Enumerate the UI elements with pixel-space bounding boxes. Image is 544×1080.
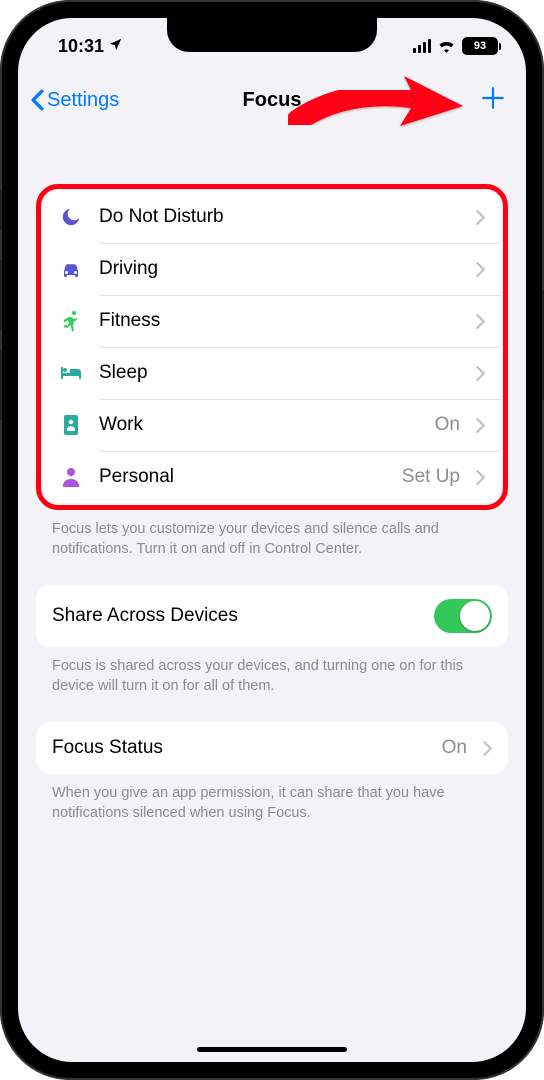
chevron-right-icon <box>483 741 492 756</box>
focus-row-fitness[interactable]: Fitness <box>43 295 501 347</box>
chevron-right-icon <box>476 470 485 485</box>
chevron-right-icon <box>476 314 485 329</box>
chevron-right-icon <box>476 366 485 381</box>
focus-status-row[interactable]: Focus Status On <box>36 722 508 774</box>
row-value: On <box>442 737 467 759</box>
focus-row-sleep[interactable]: Sleep <box>43 347 501 399</box>
screen: 10:31 93 Settings Focus <box>18 18 526 1062</box>
wifi-icon <box>437 39 456 53</box>
notch <box>167 18 377 52</box>
focus-status-card: Focus Status On <box>36 722 508 774</box>
share-toggle[interactable] <box>434 599 492 633</box>
focus-row-work[interactable]: Work On <box>43 399 501 451</box>
back-button[interactable]: Settings <box>30 89 119 112</box>
share-card: Share Across Devices <box>36 585 508 647</box>
badge-icon <box>59 414 83 436</box>
share-row[interactable]: Share Across Devices <box>36 585 508 647</box>
cell-signal-icon <box>413 39 431 53</box>
nav-bar: Settings Focus <box>18 74 526 126</box>
focus-modes-card: Do Not Disturb Driving <box>43 191 501 503</box>
focus-status-footer: When you give an app permission, it can … <box>36 774 508 823</box>
focus-row-driving[interactable]: Driving <box>43 243 501 295</box>
phone-frame: 10:31 93 Settings Focus <box>0 0 544 1080</box>
car-icon <box>59 259 83 279</box>
location-icon <box>108 36 123 57</box>
runner-icon <box>59 310 83 332</box>
moon-icon <box>59 206 83 228</box>
person-icon <box>59 466 83 488</box>
chevron-right-icon <box>476 418 485 433</box>
chevron-right-icon <box>476 210 485 225</box>
back-label: Settings <box>47 89 119 112</box>
status-time: 10:31 <box>58 36 104 57</box>
share-footer: Focus is shared across your devices, and… <box>36 647 508 696</box>
battery-icon: 93 <box>462 37 498 55</box>
focus-row-personal[interactable]: Personal Set Up <box>43 451 501 503</box>
focus-modes-footer: Focus lets you customize your devices an… <box>36 510 508 559</box>
add-button[interactable] <box>480 84 506 116</box>
focus-modes-highlight: Do Not Disturb Driving <box>36 184 508 510</box>
row-value: Set Up <box>402 466 460 488</box>
focus-row-dnd[interactable]: Do Not Disturb <box>43 191 501 243</box>
home-indicator[interactable] <box>197 1047 347 1052</box>
bed-icon <box>59 364 83 382</box>
chevron-right-icon <box>476 262 485 277</box>
row-value: On <box>435 414 460 436</box>
